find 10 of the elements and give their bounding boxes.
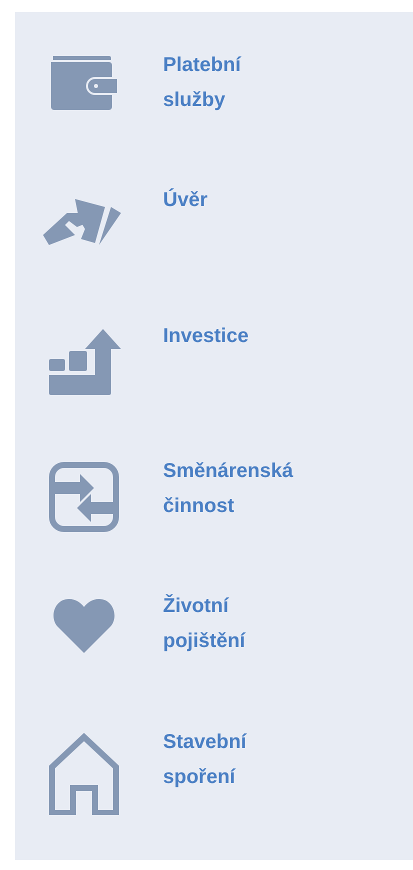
menu-item-link[interactable]: Úvěr — [163, 183, 208, 218]
exchange-arrows-icon — [49, 462, 119, 532]
rising-steps-icon — [47, 326, 121, 395]
menu-item-link[interactable]: Stavební spoření — [163, 724, 246, 795]
menu-item-link[interactable]: Životní pojištění — [163, 589, 246, 660]
menu-item-link[interactable]: Směnárenská činnost — [163, 454, 294, 524]
menu-item-link[interactable]: Investice — [163, 318, 249, 354]
house-icon — [47, 732, 121, 815]
heart-icon — [52, 597, 116, 654]
menu-item-link[interactable]: Platební služby — [163, 48, 241, 118]
